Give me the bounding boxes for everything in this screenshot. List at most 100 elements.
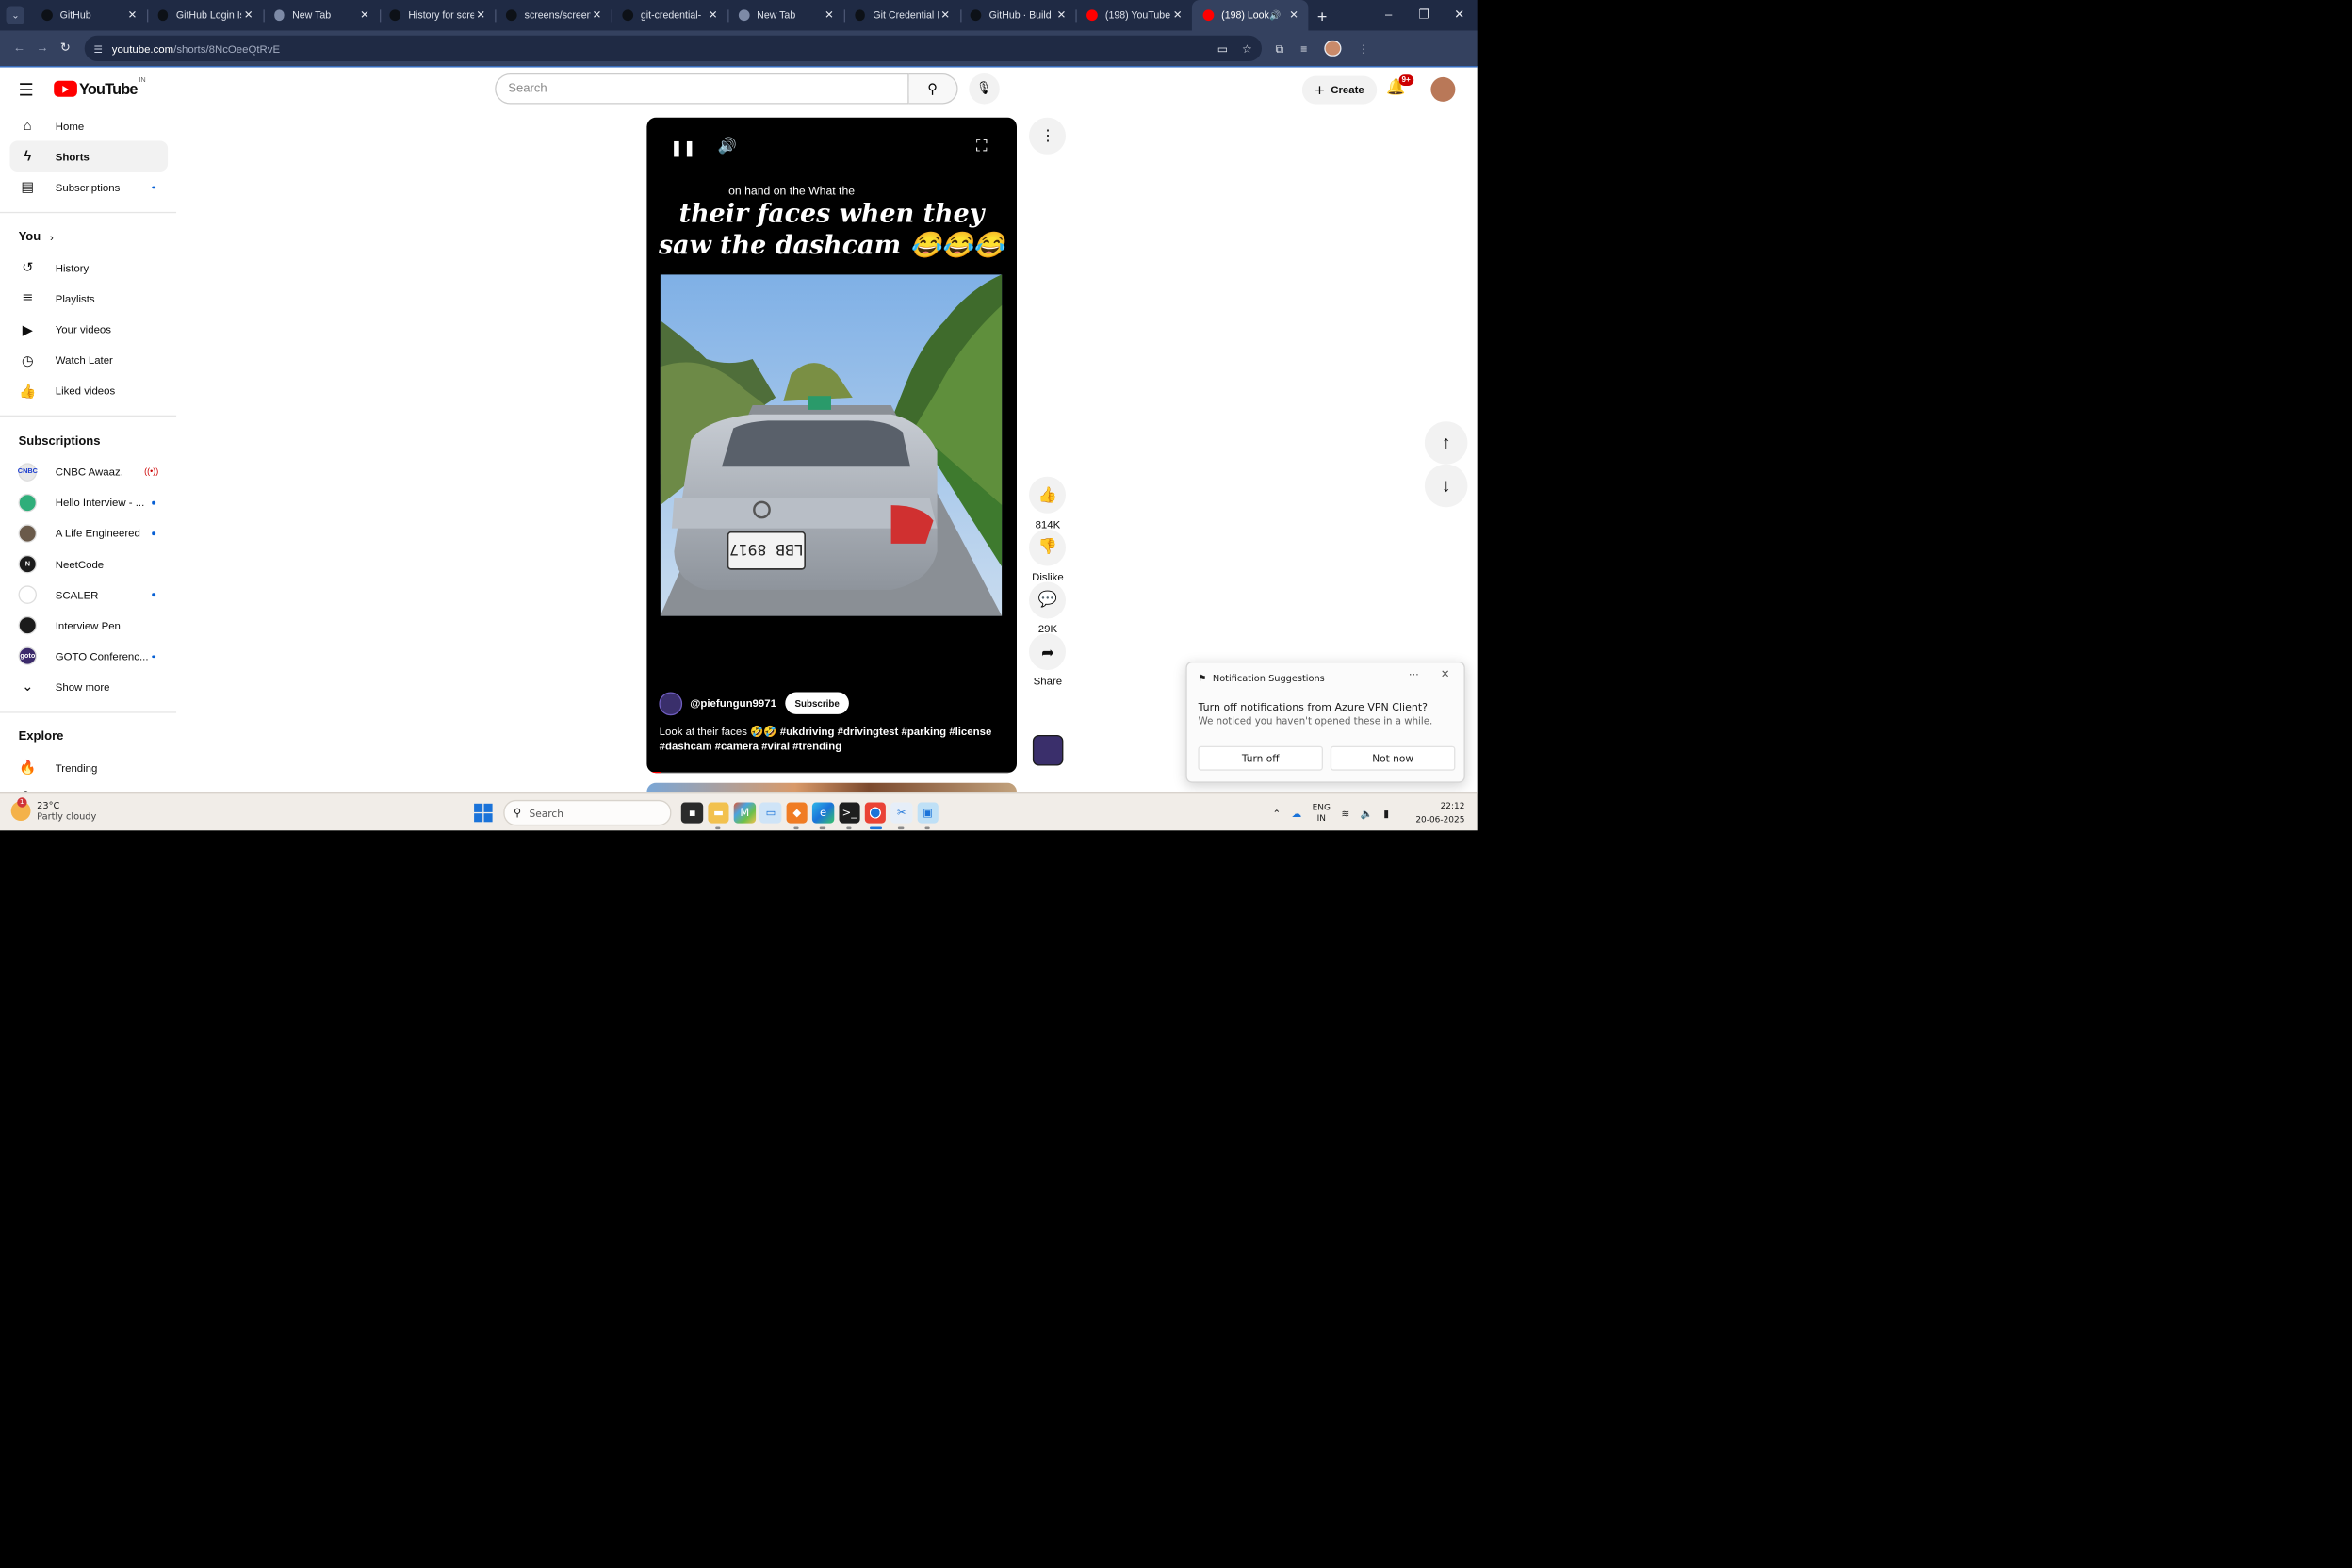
clock[interactable]: 22:12 20-06-2025	[1414, 801, 1464, 825]
app-icon-orange[interactable]: ◆	[786, 802, 808, 830]
minimize-icon[interactable]: –	[1371, 0, 1407, 31]
voice-search-button[interactable]: 🎙	[968, 74, 1000, 105]
sidebar-item-history[interactable]: ↺ History	[9, 253, 168, 284]
reload-icon[interactable]: ↻	[54, 41, 76, 55]
install-app-icon[interactable]: ▭	[1217, 41, 1229, 57]
subscription-channel[interactable]: goto GOTO Conferenc...	[9, 641, 168, 672]
wifi-icon[interactable]: ≋	[1341, 807, 1349, 819]
like-button[interactable]: 👍 814K	[1029, 476, 1067, 531]
browser-tab[interactable]: Git Credential I ✕	[843, 0, 959, 31]
you-section-heading[interactable]: You ›	[9, 222, 168, 253]
close-tab-icon[interactable]: ✕	[241, 8, 255, 22]
media-controls-icon[interactable]: ≡	[1300, 41, 1307, 55]
profile-avatar[interactable]	[1324, 40, 1342, 57]
close-window-icon[interactable]: ✕	[1442, 0, 1478, 31]
file-explorer-icon[interactable]: ▬	[708, 802, 729, 830]
next-short-button[interactable]: ↓	[1424, 464, 1468, 508]
start-button[interactable]	[473, 803, 493, 823]
guide-menu-icon[interactable]: ☰	[19, 80, 34, 101]
sidebar-item-trending[interactable]: 🔥 Trending	[9, 753, 168, 784]
forward-icon[interactable]: →	[31, 41, 54, 55]
microsoft-365-icon[interactable]: M	[733, 802, 756, 825]
browser-tab[interactable]: New Tab ✕	[263, 0, 379, 31]
volume-icon[interactable]: 🔊	[718, 138, 737, 156]
subscription-channel[interactable]: CNBC CNBC Awaaz. ((•))	[9, 456, 168, 487]
sidebar-item-watch-later[interactable]: ◷ Watch Later	[9, 345, 168, 376]
bookmark-star-icon[interactable]: ☆	[1242, 41, 1252, 57]
tab-audio-icon[interactable]: 🔊	[1269, 9, 1281, 21]
remote-desktop-icon[interactable]: ▣	[917, 802, 939, 830]
comments-button[interactable]: 💬 29K	[1029, 580, 1067, 635]
browser-tab[interactable]: New Tab ✕	[727, 0, 843, 31]
account-avatar[interactable]	[1430, 77, 1456, 103]
chrome-icon[interactable]	[864, 802, 887, 830]
close-tab-icon[interactable]: ✕	[1287, 8, 1301, 22]
subscription-channel[interactable]: A Life Engineered	[9, 518, 168, 549]
sidebar-item-playlists[interactable]: ≣ Playlists	[9, 284, 168, 315]
close-tab-icon[interactable]: ✕	[823, 8, 837, 22]
site-info-icon[interactable]: ☰	[94, 42, 104, 55]
shorts-player[interactable]: ❚❚ 🔊 ⛶ on hand on the What the their fac…	[646, 117, 1017, 774]
browser-menu-icon[interactable]: ⋮	[1358, 41, 1369, 57]
snipping-tool-icon[interactable]: ✂	[890, 802, 913, 830]
more-actions-button[interactable]: ⋮	[1029, 117, 1067, 155]
show-more-button[interactable]: ⌄ Show more	[9, 672, 168, 703]
edge-browser-icon[interactable]: e	[812, 802, 834, 830]
subscribe-button[interactable]: Subscribe	[785, 693, 849, 715]
sidebar-item-subscriptions[interactable]: ▤ Subscriptions	[9, 172, 168, 203]
subscription-channel[interactable]: Hello Interview - ...	[9, 487, 168, 518]
dislike-button[interactable]: 👎 Dislike	[1029, 529, 1067, 582]
tab-search-button[interactable]: ⌄	[0, 0, 31, 31]
browser-tab[interactable]: GitHub ✕	[31, 0, 147, 31]
browser-tab[interactable]: (198) Look 🔊 ✕	[1192, 0, 1309, 31]
subscription-channel[interactable]: SCALER	[9, 580, 168, 611]
task-view-icon[interactable]: ▪	[681, 802, 704, 825]
not-now-button[interactable]: Not now	[1331, 745, 1456, 771]
browser-tab[interactable]: GitHub · Build ✕	[959, 0, 1076, 31]
speaker-icon[interactable]: 🔈	[1361, 807, 1373, 819]
address-bar[interactable]: ☰ youtube.com /shorts/8NcOeeQtRvE ▭ ☆	[84, 35, 1262, 62]
browser-tab[interactable]: screens/screen ✕	[495, 0, 612, 31]
sidebar-item-shorts[interactable]: ϟ Shorts	[8, 140, 168, 172]
close-tab-icon[interactable]: ✕	[125, 8, 139, 22]
taskbar-search[interactable]: ⚲ Search	[502, 800, 671, 825]
fullscreen-icon[interactable]: ⛶	[976, 138, 987, 156]
pause-icon[interactable]: ❚❚	[670, 139, 695, 157]
battery-icon[interactable]: ▮	[1383, 807, 1389, 819]
browser-tab[interactable]: GitHub Login Is ✕	[146, 0, 263, 31]
search-input[interactable]: Search	[494, 74, 909, 105]
toast-close-icon[interactable]: ✕	[1441, 669, 1450, 681]
share-button[interactable]: ➦ Share	[1029, 633, 1067, 687]
new-tab-button[interactable]: +	[1308, 0, 1335, 31]
browser-tab[interactable]: git-credential- ✕	[611, 0, 727, 31]
restore-icon[interactable]: ❐	[1406, 0, 1442, 31]
toast-more-icon[interactable]: ···	[1409, 670, 1419, 682]
youtube-logo[interactable]: YouTube IN	[54, 77, 146, 98]
onedrive-cloud-icon[interactable]: ☁	[1292, 807, 1302, 819]
terminal-icon[interactable]: >_	[838, 802, 860, 830]
extensions-icon[interactable]: ⧉	[1275, 41, 1283, 57]
create-button[interactable]: + Create	[1302, 75, 1377, 104]
channel-handle[interactable]: @piefungun9971	[690, 697, 776, 710]
close-tab-icon[interactable]: ✕	[706, 8, 720, 22]
browser-tab[interactable]: (198) YouTube ✕	[1075, 0, 1192, 31]
channel-avatar[interactable]	[659, 692, 683, 715]
close-tab-icon[interactable]: ✕	[590, 8, 604, 22]
close-tab-icon[interactable]: ✕	[1170, 8, 1184, 22]
subscription-channel[interactable]: Interview Pen	[9, 611, 168, 642]
close-tab-icon[interactable]: ✕	[474, 8, 488, 22]
input-language-indicator[interactable]: ENG IN	[1313, 802, 1331, 824]
turn-off-button[interactable]: Turn off	[1198, 745, 1323, 771]
weather-widget[interactable]: 1 23°C Partly cloudy	[10, 797, 96, 823]
close-tab-icon[interactable]: ✕	[939, 8, 953, 22]
windows-app-icon[interactable]: ▭	[760, 802, 782, 825]
short-description[interactable]: Look at their faces 🤣🤣 #ukdriving #drivi…	[660, 724, 998, 755]
previous-short-button[interactable]: ↑	[1424, 421, 1468, 465]
sidebar-item-liked-videos[interactable]: 👍 Liked videos	[9, 376, 168, 407]
audio-remix-thumbnail[interactable]	[1032, 735, 1064, 766]
search-button[interactable]: ⚲	[908, 74, 958, 105]
browser-tab[interactable]: History for scre ✕	[379, 0, 495, 31]
close-tab-icon[interactable]: ✕	[358, 8, 372, 22]
back-icon[interactable]: ←	[8, 41, 30, 55]
show-hidden-icons-chevron-icon[interactable]: ⌃	[1272, 807, 1281, 819]
